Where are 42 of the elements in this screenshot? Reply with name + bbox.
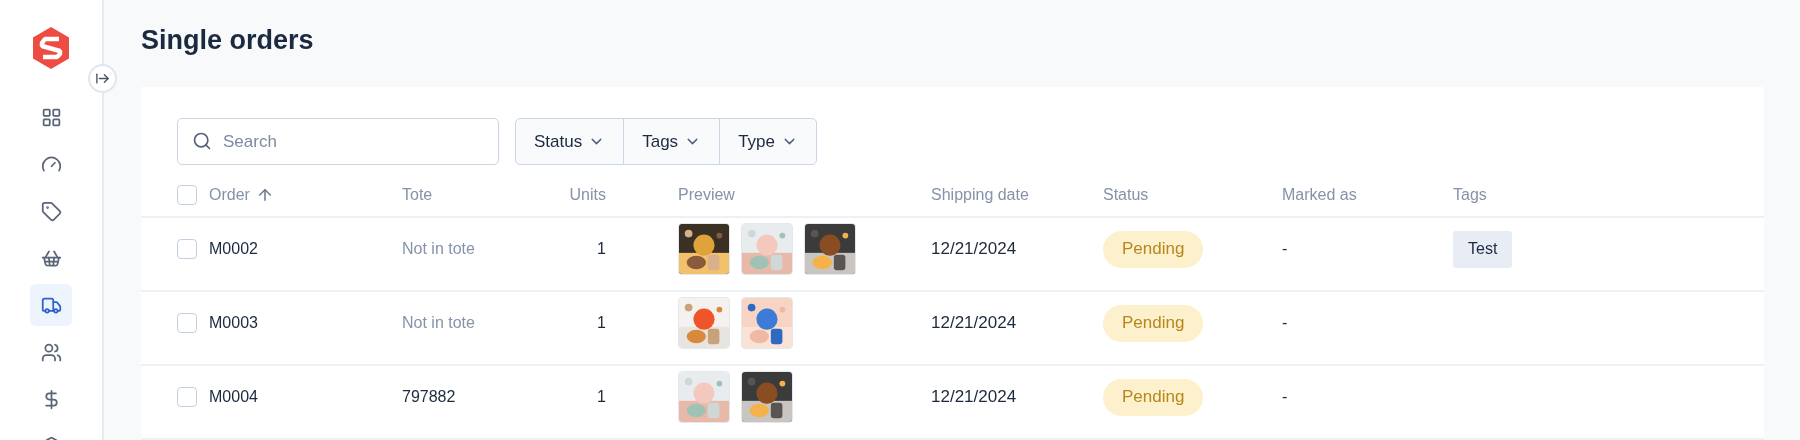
table-cell-text: - bbox=[1282, 239, 1288, 259]
tag-chip: Test bbox=[1453, 230, 1513, 268]
sidebar-item[interactable] bbox=[30, 284, 72, 326]
table-cell-text: - bbox=[1282, 313, 1288, 333]
checkbox[interactable] bbox=[177, 313, 197, 333]
table-cell-text: 797882 bbox=[402, 387, 456, 407]
search-icon bbox=[192, 131, 212, 151]
filter-dropdown[interactable]: Status bbox=[516, 119, 624, 164]
table-cell-text: Not in tote bbox=[402, 313, 475, 333]
order-number-link[interactable]: M0003 bbox=[209, 311, 258, 335]
page-title: Single orders bbox=[141, 24, 314, 58]
table-cell-text: - bbox=[1282, 387, 1288, 407]
checkbox[interactable] bbox=[177, 184, 197, 205]
search-field[interactable]: Search bbox=[177, 118, 499, 165]
table-cell-text: 1 bbox=[597, 313, 606, 333]
grid-icon bbox=[40, 106, 62, 128]
column-header: Status bbox=[1103, 184, 1149, 205]
table-cell-text: 1 bbox=[597, 387, 606, 407]
column-header: Tote bbox=[402, 184, 433, 205]
table-cell-text: 12/21/2024 bbox=[931, 238, 1017, 261]
column-header: Marked as bbox=[1282, 184, 1357, 205]
order-number-link[interactable]: M0004 bbox=[209, 385, 258, 409]
status-badge: Pending bbox=[1103, 304, 1204, 342]
table-cell-text: 1 bbox=[597, 239, 606, 259]
table-cell-text: Not in tote bbox=[402, 239, 475, 259]
status-badge: Pending bbox=[1103, 230, 1204, 268]
logo-icon[interactable] bbox=[31, 26, 71, 70]
tag-icon bbox=[40, 200, 62, 222]
people-icon bbox=[40, 341, 62, 363]
checkbox[interactable] bbox=[177, 387, 197, 407]
column-header: Tags bbox=[1453, 184, 1487, 205]
column-header: Shipping date bbox=[931, 184, 1029, 205]
filter-dropdown[interactable]: Tags bbox=[623, 119, 720, 164]
column-header: Preview bbox=[678, 184, 735, 205]
status-badge: Pending bbox=[1103, 378, 1204, 416]
filter-dropdown[interactable]: Type bbox=[719, 119, 816, 164]
order-number-link[interactable]: M0002 bbox=[209, 237, 258, 261]
table-cell-text: 12/21/2024 bbox=[931, 312, 1017, 335]
column-header: Units bbox=[569, 184, 606, 205]
checkbox[interactable] bbox=[177, 239, 197, 259]
table-cell-text: 12/21/2024 bbox=[931, 386, 1017, 409]
collapse-toggle-button[interactable] bbox=[88, 64, 117, 93]
